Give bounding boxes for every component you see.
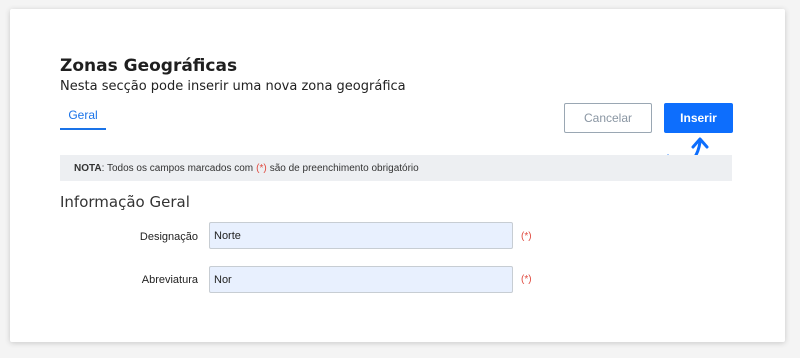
cancel-button[interactable]: Cancelar xyxy=(564,103,652,133)
section-title: Informação Geral xyxy=(60,193,190,211)
note-text-before: : Todos os campos marcados com xyxy=(101,162,254,174)
required-fields-note: NOTA : Todos os campos marcados com (*) … xyxy=(60,155,732,181)
abreviatura-required-marker: (*) xyxy=(521,274,532,285)
note-label: NOTA xyxy=(74,162,102,174)
page-subtitle: Nesta secção pode inserir uma nova zona … xyxy=(60,79,406,94)
note-required-marker: (*) xyxy=(256,162,267,174)
designacao-input[interactable] xyxy=(209,222,513,249)
page-title: Zonas Geográficas xyxy=(60,56,238,76)
designacao-label: Designação xyxy=(139,231,198,243)
abreviatura-label: Abreviatura xyxy=(141,274,198,286)
note-text-after: são de preenchimento obrigatório xyxy=(269,162,419,174)
abreviatura-input[interactable] xyxy=(209,266,513,293)
insert-button[interactable]: Inserir xyxy=(664,103,733,133)
designacao-required-marker: (*) xyxy=(521,231,532,242)
tab-geral[interactable]: Geral xyxy=(60,108,106,130)
